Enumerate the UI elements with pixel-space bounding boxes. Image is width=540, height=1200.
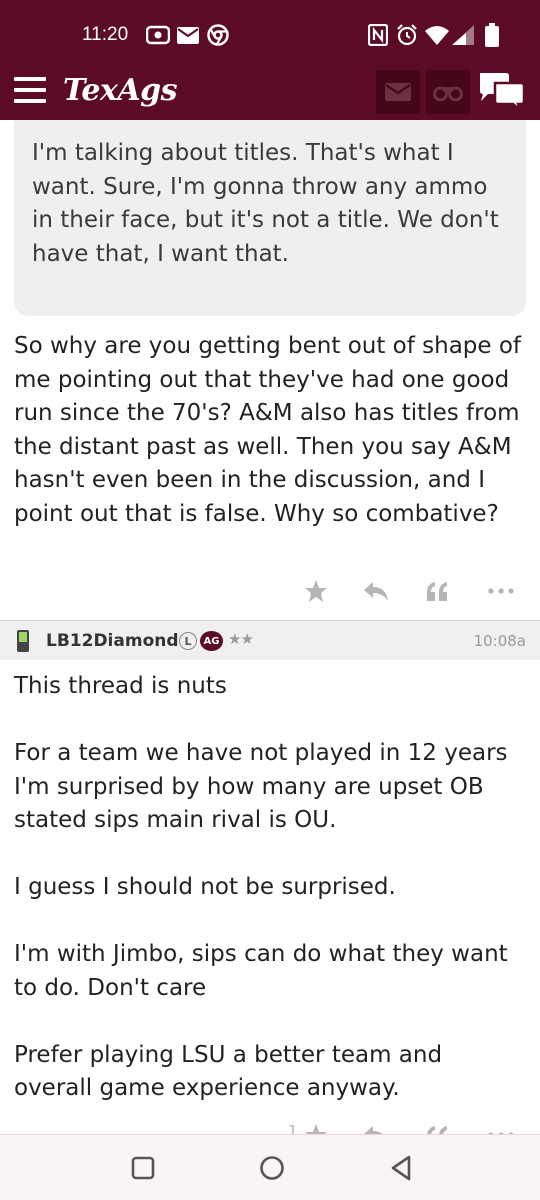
star-count: 1 [288, 1122, 298, 1134]
quote-partial-line: that vaulted them. I want Titles. [32, 120, 512, 128]
quote-button[interactable] [422, 1120, 452, 1134]
app-bar: TexAgs [0, 62, 540, 120]
phone-icon [17, 630, 29, 652]
home-button[interactable] [257, 1153, 287, 1183]
menu-icon[interactable] [14, 77, 46, 105]
quote-icon [427, 582, 447, 601]
star-button[interactable] [301, 1120, 331, 1134]
more-button[interactable] [486, 576, 516, 606]
quote-button[interactable] [422, 576, 452, 606]
status-time: 11:20 [82, 24, 129, 45]
star-icon [305, 580, 327, 602]
circle-icon [260, 1156, 284, 1180]
user-stars: ★★ [228, 630, 254, 648]
alarm-icon [396, 24, 418, 46]
post-body: This thread is nuts For a team we have n… [14, 673, 508, 1101]
post-body: So why are you getting bent out of shape… [14, 333, 522, 527]
mail-status-icon [177, 24, 199, 46]
reply-button[interactable] [361, 576, 391, 606]
system-nav-bar [0, 1134, 540, 1200]
post-actions [0, 576, 540, 606]
status-bar: 11:20 [0, 0, 540, 62]
square-icon [131, 1156, 155, 1180]
quoted-reply: that vaulted them. I want Titles. I'm ta… [14, 120, 526, 316]
envelope-icon [385, 83, 411, 101]
battery-icon [484, 23, 500, 47]
chat-button[interactable] [478, 71, 528, 114]
texags-logo[interactable]: TexAgs [63, 73, 178, 108]
nfc-icon [368, 24, 388, 46]
back-button[interactable] [386, 1153, 416, 1183]
ag-badge: AG [200, 631, 223, 651]
reply-button[interactable] [361, 1120, 391, 1134]
lifetime-badge: L [179, 632, 197, 650]
post-time: 10:08a [473, 632, 526, 650]
messages-button[interactable] [376, 70, 420, 114]
back-triangle-icon [391, 1155, 411, 1181]
reply-icon [364, 1126, 383, 1134]
chat-bubbles-icon [480, 73, 526, 114]
post-header: LB12Diamond L AG ★★ 10:08a [0, 620, 540, 660]
watchlist-button[interactable] [426, 70, 470, 114]
chrome-icon [207, 24, 229, 46]
wifi-icon [425, 24, 449, 46]
quote-text: I'm talking about titles. That's what I … [32, 140, 499, 267]
screen-record-icon [146, 24, 170, 46]
thread-content: that vaulted them. I want Titles. I'm ta… [0, 120, 540, 1134]
quote-icon [427, 1126, 447, 1134]
star-button[interactable] [301, 576, 331, 606]
binoculars-icon [433, 86, 463, 102]
reply-icon [364, 582, 388, 601]
username[interactable]: LB12Diamond [46, 631, 179, 651]
post-actions: 1 [0, 1120, 540, 1134]
recents-button[interactable] [128, 1153, 158, 1183]
signal-icon [452, 24, 474, 46]
more-button[interactable] [486, 1120, 516, 1134]
star-icon [305, 1124, 327, 1134]
ellipsis-icon [488, 588, 514, 594]
